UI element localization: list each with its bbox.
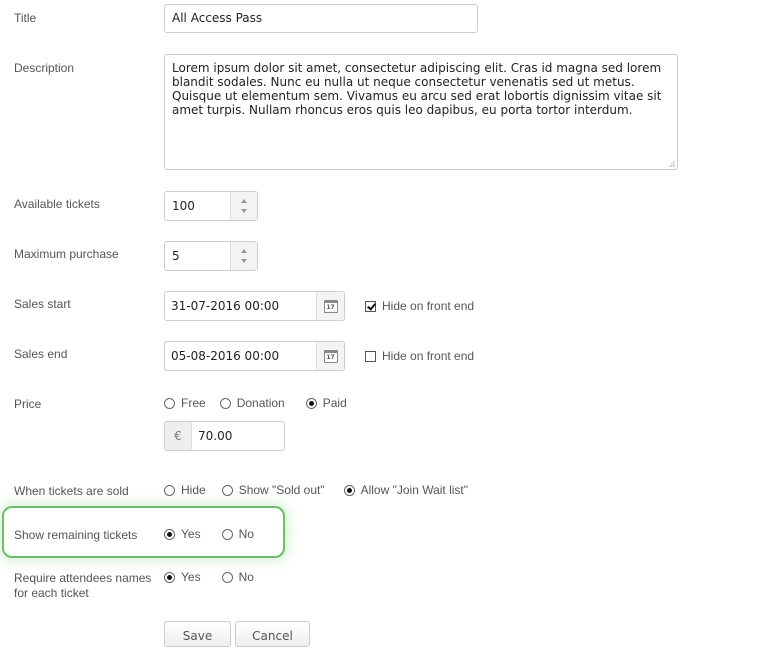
when-sold-option-label: Hide [181, 483, 206, 497]
show-remaining-radio-group: Yes No [164, 527, 254, 541]
price-radio-group: Free Donation Paid [164, 396, 347, 410]
when-sold-option-label: Show "Sold out" [238, 483, 325, 497]
calendar-icon: 17 [323, 349, 338, 363]
show-remaining-label: Show remaining tickets [14, 528, 138, 542]
description-label: Description [14, 61, 75, 75]
when-sold-option-wait-list[interactable]: Allow "Join Wait list" [343, 483, 469, 497]
description-textarea[interactable]: Lorem ipsum dolor sit amet, consectetur … [164, 54, 678, 170]
increment-arrow-icon[interactable] [241, 199, 247, 203]
calendar-icon: 17 [323, 299, 338, 313]
sales-start-hide-label: Hide on front end [382, 299, 475, 313]
price-label: Price [14, 397, 42, 411]
save-button[interactable]: Save [164, 621, 231, 647]
price-option-free[interactable]: Free [164, 396, 206, 410]
when-sold-option-sold-out[interactable]: Show "Sold out" [221, 483, 325, 497]
show-remaining-option-label: Yes [181, 527, 201, 541]
available-tickets-stepper[interactable]: 100 [164, 191, 258, 221]
price-option-label: Free [181, 396, 206, 410]
require-names-option-label: Yes [181, 570, 201, 584]
require-names-option-label: No [238, 570, 254, 584]
price-amount-field[interactable]: € 70.00 [164, 421, 285, 451]
radio-button[interactable] [221, 484, 233, 496]
show-remaining-option-no[interactable]: No [221, 527, 254, 541]
price-amount-value[interactable]: 70.00 [192, 422, 284, 450]
maximum-purchase-label: Maximum purchase [14, 247, 119, 261]
title-input[interactable]: All Access Pass [164, 4, 478, 33]
title-label: Title [14, 11, 37, 25]
sales-end-value[interactable]: 05-08-2016 00:00 [165, 342, 316, 370]
radio-button[interactable] [221, 528, 233, 540]
available-tickets-label: Available tickets [14, 197, 100, 211]
radio-button[interactable] [305, 397, 317, 409]
sales-start-label: Sales start [14, 297, 71, 311]
sales-end-hide-option[interactable]: Hide on front end [365, 349, 474, 363]
require-names-option-no[interactable]: No [221, 570, 254, 584]
resize-grip-icon[interactable] [668, 160, 675, 167]
when-sold-label: When tickets are sold [14, 484, 129, 498]
cancel-button[interactable]: Cancel [235, 621, 310, 647]
radio-button[interactable] [164, 397, 175, 409]
sales-start-value[interactable]: 31-07-2016 00:00 [165, 292, 316, 320]
require-names-label-line1: Require attendees names [14, 571, 152, 585]
when-sold-option-hide[interactable]: Hide [164, 483, 206, 497]
radio-button[interactable] [164, 571, 175, 583]
maximum-purchase-stepper[interactable]: 5 [164, 241, 258, 271]
sales-end-datepicker[interactable]: 05-08-2016 00:00 17 [164, 341, 345, 371]
decrement-arrow-icon[interactable] [241, 259, 247, 263]
increment-arrow-icon[interactable] [241, 249, 247, 253]
sales-start-datepicker[interactable]: 31-07-2016 00:00 17 [164, 291, 345, 321]
show-remaining-option-yes[interactable]: Yes [164, 527, 201, 541]
radio-button[interactable] [164, 528, 175, 540]
available-tickets-value[interactable]: 100 [165, 192, 230, 220]
sales-start-hide-checkbox[interactable] [365, 300, 376, 312]
when-sold-radio-group: Hide Show "Sold out" Allow "Join Wait li… [164, 483, 468, 497]
price-option-label: Paid [322, 396, 347, 410]
require-names-radio-group: Yes No [164, 570, 254, 584]
radio-button[interactable] [221, 571, 233, 583]
price-option-donation[interactable]: Donation [219, 396, 285, 410]
sales-end-hide-label: Hide on front end [382, 349, 475, 363]
sales-end-label: Sales end [14, 347, 68, 361]
sales-start-calendar-button[interactable]: 17 [316, 292, 344, 320]
description-text: Lorem ipsum dolor sit amet, consectetur … [172, 61, 662, 117]
radio-button[interactable] [219, 397, 231, 409]
require-names-option-yes[interactable]: Yes [164, 570, 201, 584]
decrement-arrow-icon[interactable] [241, 209, 247, 213]
when-sold-option-label: Allow "Join Wait list" [360, 483, 469, 497]
sales-end-calendar-button[interactable]: 17 [316, 342, 344, 370]
price-option-label: Donation [236, 396, 285, 410]
radio-button[interactable] [343, 484, 355, 496]
sales-end-hide-checkbox[interactable] [365, 350, 376, 362]
require-names-label-line2: for each ticket [14, 586, 89, 600]
require-names-label: Require attendees names for each ticket [14, 571, 151, 601]
sales-start-hide-option[interactable]: Hide on front end [365, 299, 474, 313]
radio-button[interactable] [164, 484, 175, 496]
show-remaining-option-label: No [238, 527, 254, 541]
price-option-paid[interactable]: Paid [305, 396, 347, 410]
currency-symbol: € [165, 422, 192, 450]
maximum-purchase-value[interactable]: 5 [165, 242, 230, 270]
